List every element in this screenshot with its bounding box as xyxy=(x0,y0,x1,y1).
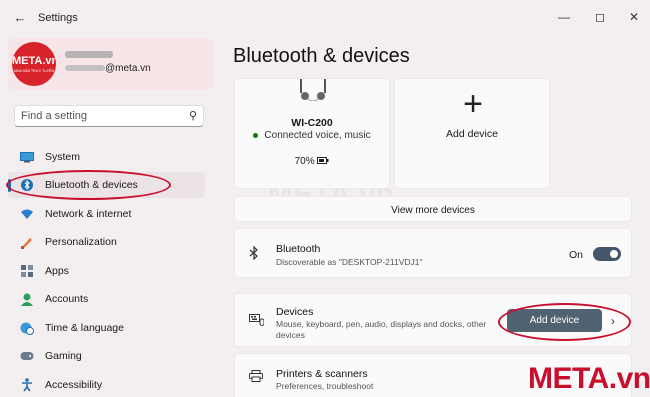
close-icon[interactable]: ✕ xyxy=(624,7,644,27)
bluetooth-icon xyxy=(249,245,259,263)
device-status-text: Connected voice, music xyxy=(264,130,371,141)
sidebar-item-system[interactable]: System xyxy=(8,144,205,170)
sidebar-item-label: Accounts xyxy=(45,293,89,305)
bluetooth-state-label: On xyxy=(569,249,584,261)
sidebar-item-label: Accessibility xyxy=(45,379,103,391)
avatar: META.vn MUA SẮM TRỰC TUYẾN xyxy=(12,42,56,86)
search-icon[interactable]: ⚲ xyxy=(189,109,197,122)
bluetooth-row-subtitle: Discoverable as "DESKTOP-211VDJ1" xyxy=(276,257,423,267)
headphones-icon xyxy=(298,79,328,106)
person-icon xyxy=(20,292,34,306)
sidebar-item-label: Apps xyxy=(45,265,69,277)
meta-vn-watermark-logo: META.vn xyxy=(528,362,650,395)
search-input[interactable] xyxy=(21,109,181,123)
redacted-email-prefix xyxy=(65,65,105,71)
sidebar-item-accounts[interactable]: Accounts xyxy=(8,286,205,312)
devices-row-subtitle-line1: Mouse, keyboard, pen, audio, displays an… xyxy=(276,319,487,329)
highlight-ellipse-sidebar xyxy=(6,170,171,200)
sidebar-item-label: Time & language xyxy=(45,322,124,334)
title-bar: ← Settings — ◻ ✕ xyxy=(0,0,650,34)
toggle-knob xyxy=(610,250,618,258)
devices-row-title: Devices xyxy=(276,306,314,318)
bluetooth-row-title: Bluetooth xyxy=(276,243,321,255)
add-device-tile[interactable]: + Add device xyxy=(394,78,550,189)
accessibility-icon xyxy=(20,378,34,392)
highlight-ellipse-add-device xyxy=(498,303,631,341)
bluetooth-row: Bluetooth Discoverable as "DESKTOP-211VD… xyxy=(234,228,632,278)
battery-icon xyxy=(317,156,329,167)
sidebar-item-label: Personalization xyxy=(45,236,117,248)
battery-level: 70% xyxy=(235,156,389,167)
page-title: Bluetooth & devices xyxy=(233,45,410,67)
sidebar-item-apps[interactable]: Apps xyxy=(8,258,205,284)
brush-icon xyxy=(20,235,34,249)
bluetooth-toggle[interactable] xyxy=(593,247,621,261)
printers-row-title: Printers & scanners xyxy=(276,368,368,380)
minimize-icon[interactable]: — xyxy=(554,7,574,27)
device-tile-wi-c200[interactable]: WI-C200 Connected voice, music 70% xyxy=(234,78,390,189)
avatar-logo-text: META.vn xyxy=(12,55,56,67)
wifi-icon xyxy=(20,207,34,221)
user-profile[interactable]: META.vn MUA SẮM TRỰC TUYẾN @meta.vn xyxy=(8,38,213,90)
keyboard-mouse-icon xyxy=(249,314,265,329)
sidebar-item-time-language[interactable]: Time & language xyxy=(8,315,205,341)
battery-percent: 70% xyxy=(294,156,315,167)
redacted-name xyxy=(65,51,113,58)
avatar-logo-subtext: MUA SẮM TRỰC TUYẾN xyxy=(13,69,54,73)
sidebar-item-label: Network & internet xyxy=(45,208,132,220)
sidebar-item-accessibility[interactable]: Accessibility xyxy=(8,372,205,397)
view-more-devices-button[interactable]: View more devices xyxy=(234,196,632,222)
sidebar-item-network[interactable]: Network & internet xyxy=(8,201,205,227)
sidebar-item-gaming[interactable]: Gaming xyxy=(8,343,205,369)
apps-icon xyxy=(20,264,34,278)
gamepad-icon xyxy=(20,349,34,363)
sidebar-item-personalization[interactable]: Personalization xyxy=(8,229,205,255)
window-title: Settings xyxy=(38,12,78,24)
add-device-tile-label: Add device xyxy=(446,128,498,140)
connected-dot-icon xyxy=(253,132,259,138)
printer-icon xyxy=(249,370,263,385)
sidebar-item-label: Gaming xyxy=(45,350,82,362)
user-email: @meta.vn xyxy=(105,63,151,74)
maximize-icon[interactable]: ◻ xyxy=(590,7,610,27)
search-box[interactable]: ⚲ xyxy=(14,105,204,127)
printers-row-subtitle: Preferences, troubleshoot xyxy=(276,381,374,391)
view-more-devices-label: View more devices xyxy=(391,205,475,216)
device-status: Connected voice, music xyxy=(235,130,389,141)
monitor-icon xyxy=(20,150,34,164)
plus-icon: + xyxy=(463,85,483,123)
globe-clock-icon xyxy=(20,321,34,335)
device-name: WI-C200 xyxy=(291,117,333,129)
back-arrow-icon[interactable]: ← xyxy=(12,10,28,26)
devices-row-subtitle-line2: devices xyxy=(276,330,305,340)
sidebar-item-label: System xyxy=(45,151,81,163)
